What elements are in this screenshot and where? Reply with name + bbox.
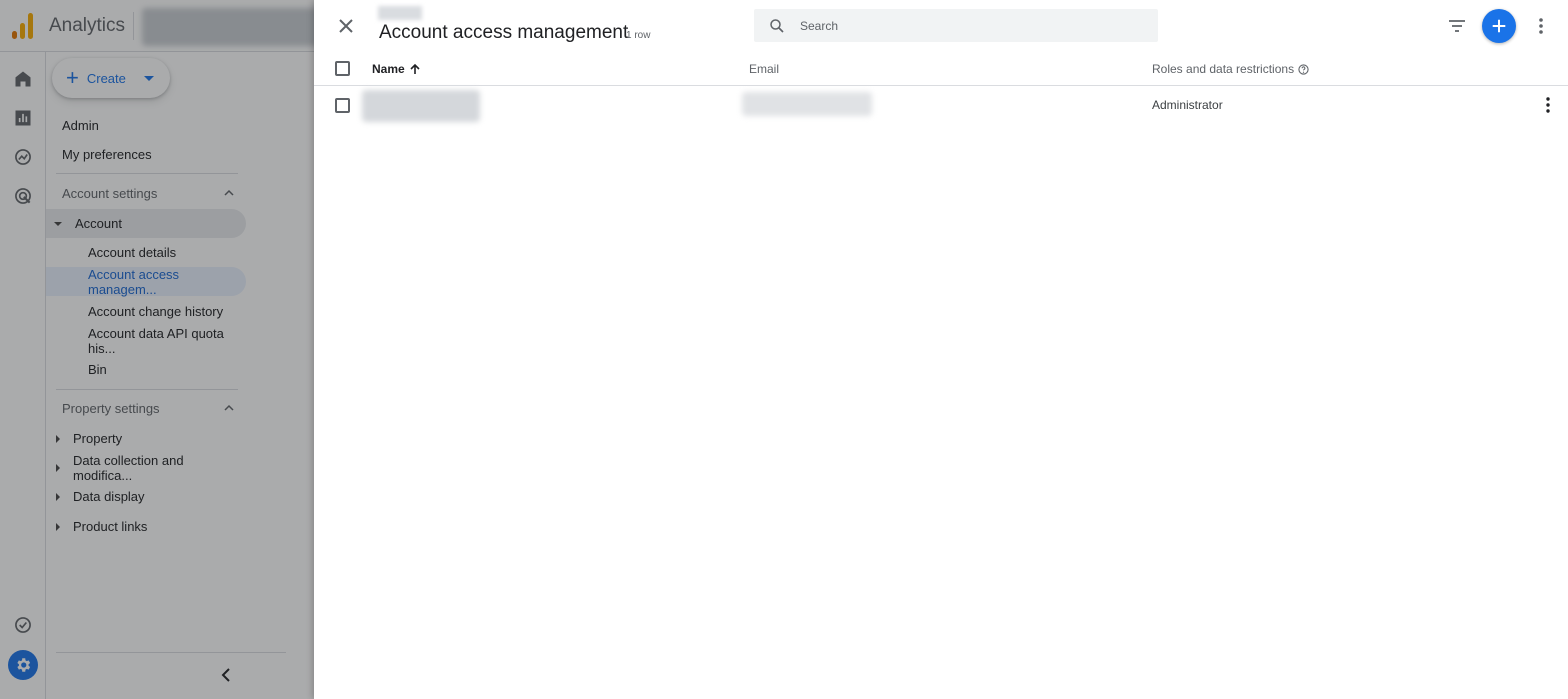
- drawer-title: Account access management: [379, 22, 629, 43]
- expand-triangle-icon: [56, 434, 60, 443]
- nav-admin[interactable]: Admin: [46, 111, 246, 140]
- user-name-cell: [362, 90, 480, 122]
- reports-icon[interactable]: [12, 107, 34, 129]
- nav-account-access-management[interactable]: Account access managem...: [46, 266, 246, 297]
- create-button[interactable]: + Create: [52, 58, 170, 98]
- app-title: Analytics: [49, 15, 126, 36]
- dropdown-caret-icon: [143, 75, 154, 81]
- left-rail: [0, 52, 46, 699]
- nav-item-label: Data collection and modifica...: [73, 452, 184, 483]
- account-access-drawer: Account access management 1 row Name Ema…: [314, 0, 1568, 699]
- nav-account-change-history[interactable]: Account change history: [46, 297, 246, 326]
- column-header-name[interactable]: Name: [372, 62, 421, 76]
- expand-triangle-icon: [56, 463, 60, 472]
- column-roles-label: Roles and data restrictions: [1152, 62, 1295, 76]
- nav-account[interactable]: Account: [46, 209, 246, 238]
- row-checkbox[interactable]: [335, 98, 350, 113]
- plus-icon: +: [66, 65, 79, 90]
- title-divider: [133, 12, 134, 40]
- nav-item-label: Product links: [73, 519, 148, 534]
- nav-item-label: Bin: [88, 362, 107, 377]
- column-header-email[interactable]: Email: [749, 62, 779, 76]
- expand-triangle-icon: [56, 492, 60, 501]
- account-settings-label: Account settings: [62, 186, 158, 201]
- nav-account-data-api-quota[interactable]: Account data API quota his...: [46, 325, 246, 356]
- expand-triangle-icon: [54, 221, 62, 226]
- table-row[interactable]: Administrator: [314, 86, 1568, 124]
- check-circle-icon[interactable]: [12, 614, 34, 636]
- admin-gear-icon[interactable]: [8, 650, 38, 680]
- more-vert-icon[interactable]: [1534, 16, 1548, 36]
- sort-arrow-up-icon: [410, 63, 420, 74]
- nav-data-display[interactable]: Data display: [46, 482, 246, 511]
- nav-item-label: Account change history: [88, 304, 224, 319]
- nav-admin-label: Admin: [62, 118, 99, 133]
- user-email-cell: [742, 92, 872, 116]
- nav-preferences-label: My preferences: [62, 147, 152, 162]
- nav-account-details[interactable]: Account details: [46, 238, 246, 267]
- nav-item-label: Data display: [73, 489, 145, 504]
- nav-divider: [56, 389, 238, 390]
- advertising-icon[interactable]: [12, 185, 34, 207]
- analytics-logo-icon: [12, 13, 36, 39]
- property-settings-section[interactable]: Property settings: [46, 394, 246, 423]
- select-all-checkbox[interactable]: [335, 61, 350, 76]
- explore-icon[interactable]: [12, 146, 34, 168]
- create-label: Create: [86, 70, 126, 86]
- row-count: 1 row: [626, 30, 651, 41]
- table-header: Name Email Roles and data restrictions: [314, 52, 1568, 86]
- chevron-up-icon: [224, 189, 234, 196]
- nav-property[interactable]: Property: [46, 424, 246, 453]
- search-input[interactable]: [800, 15, 1140, 37]
- nav-data-collection[interactable]: Data collection and modifica...: [46, 452, 246, 483]
- plus-icon: [1492, 19, 1506, 33]
- column-name-label: Name: [372, 62, 405, 76]
- expand-triangle-icon: [56, 522, 60, 531]
- account-selector[interactable]: [142, 8, 322, 46]
- nav-item-label: Account access managem...: [88, 266, 180, 297]
- nav-divider: [56, 173, 238, 174]
- filter-icon[interactable]: [1447, 17, 1467, 35]
- column-header-roles[interactable]: Roles and data restrictions: [1152, 62, 1309, 76]
- add-user-button[interactable]: [1482, 9, 1516, 43]
- more-vert-icon[interactable]: [1541, 96, 1555, 114]
- nav-bottom-divider: [56, 652, 286, 653]
- search-bar: [754, 9, 1158, 42]
- nav-item-label: Property: [73, 431, 123, 446]
- close-icon[interactable]: [336, 16, 356, 36]
- admin-nav: + Create Admin My preferences Account se…: [46, 52, 314, 699]
- nav-account-label: Account: [75, 216, 122, 231]
- collapse-chevron-left-icon[interactable]: [218, 666, 236, 684]
- nav-bin[interactable]: Bin: [46, 355, 246, 384]
- nav-product-links[interactable]: Product links: [46, 512, 246, 541]
- account-settings-section[interactable]: Account settings: [46, 179, 246, 208]
- drawer-breadcrumb: [378, 6, 422, 20]
- nav-item-label: Account data API quota his...: [88, 325, 224, 356]
- search-icon: [770, 19, 784, 33]
- help-circle-icon[interactable]: [1298, 63, 1309, 75]
- nav-my-preferences[interactable]: My preferences: [46, 140, 246, 169]
- nav-item-label: Account details: [88, 245, 177, 260]
- column-email-label: Email: [749, 62, 780, 76]
- property-settings-label: Property settings: [62, 401, 160, 416]
- chevron-up-icon: [224, 404, 234, 411]
- user-role-cell: Administrator: [1152, 98, 1223, 112]
- home-icon[interactable]: [12, 68, 34, 90]
